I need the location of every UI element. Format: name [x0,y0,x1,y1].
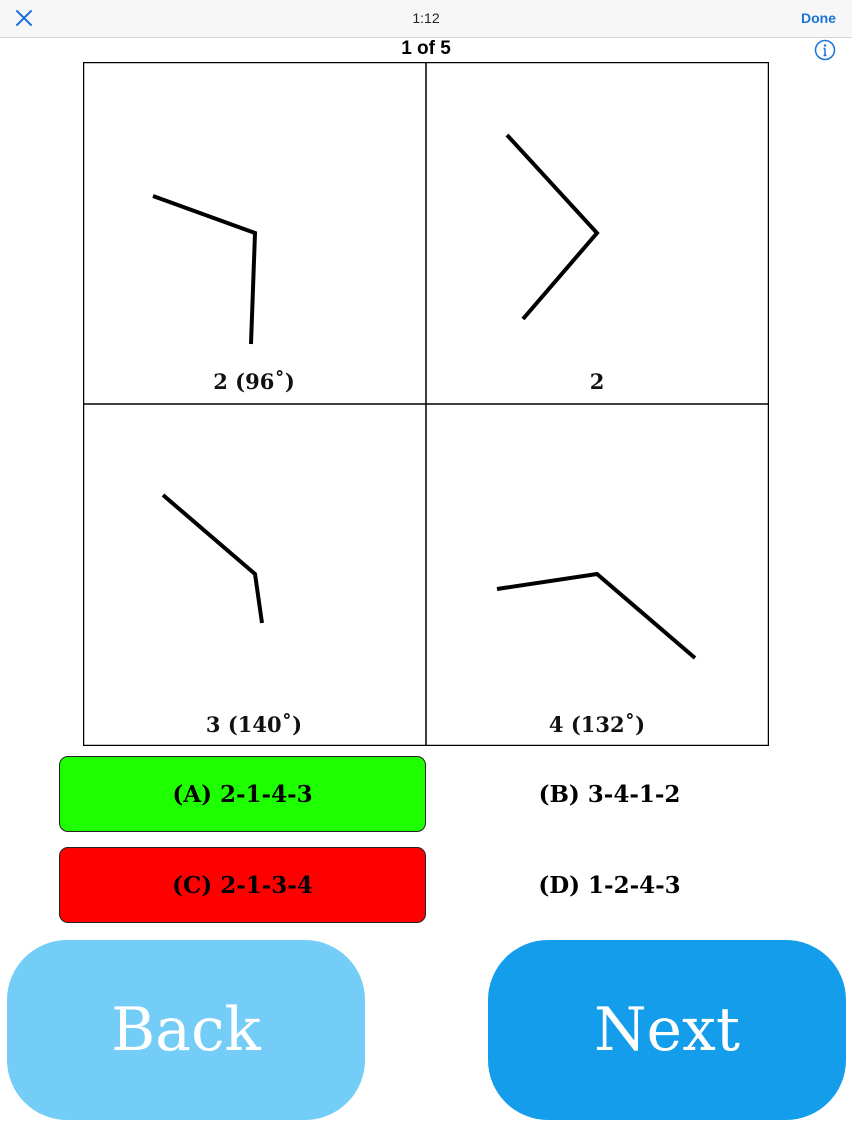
cell-label-4: 4 (132˚) [548,712,646,737]
angle-figure-2 [505,133,600,321]
angle-grid: 2 (96˚) 2 3 (140˚) 4 (132˚) [83,62,769,746]
angle-figure-3 [161,493,264,624]
info-icon [814,39,836,61]
angle-figure-1 [152,194,258,345]
info-button[interactable] [814,39,836,61]
back-button[interactable]: Back [7,940,365,1120]
next-button[interactable]: Next [488,940,846,1120]
angle-grid-lines [83,62,769,746]
cell-label-1: 2 (96˚) [213,369,295,394]
option-d-button[interactable]: (D) 1-2-4-3 [426,847,793,923]
question-progress: 1 of 5 [401,38,451,59]
status-time: 1:12 [412,10,440,26]
option-a-button[interactable]: (A) 2-1-4-3 [59,756,426,832]
option-c-button[interactable]: (C) 2-1-3-4 [59,847,426,923]
cell-label-3: 3 (140˚) [205,712,303,737]
done-button[interactable]: Done [801,10,836,26]
angle-figure-4 [496,571,697,660]
cell-label-2: 2 [589,369,605,394]
option-b-button[interactable]: (B) 3-4-1-2 [426,756,793,832]
top-bar: 1:12 Done [0,0,852,38]
